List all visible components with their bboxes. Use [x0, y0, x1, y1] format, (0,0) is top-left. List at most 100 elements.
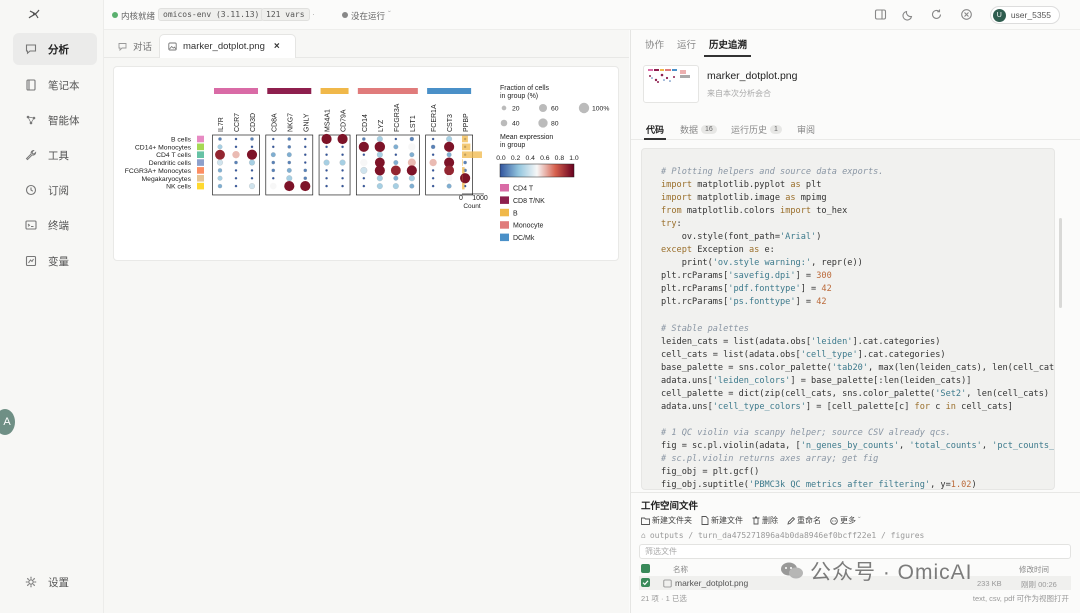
code-token: matplotlib.colors: [681, 206, 781, 217]
gene-tick-label: CD8A: [271, 113, 278, 132]
app-root: 分析 笔记本 智能体 工具 订阅 终端 变量 设置 A 内核就绪 omicos-env (3…: [0, 0, 1080, 613]
env-pill[interactable]: omicos-env (3.11.13): [158, 8, 265, 21]
chevron-down-icon[interactable]: ˇ: [388, 9, 391, 19]
close-circle-icon[interactable]: [960, 8, 973, 21]
dot-mark: [250, 145, 254, 149]
code-line: base_palette = sns.color_palette('tab20'…: [661, 362, 1054, 375]
code-token: c: [930, 401, 946, 412]
sidebar-item-variables[interactable]: 变量: [13, 245, 97, 277]
code-line: ​: [661, 414, 1054, 427]
code-token: 'total_counts': [909, 440, 982, 451]
size-legend-label: 40: [512, 121, 520, 128]
moon-icon[interactable]: [902, 8, 915, 21]
code-token: 1.02: [950, 480, 972, 490]
tab-chat[interactable]: 对话: [110, 34, 160, 58]
code-token: fig_obj.suptitle(: [661, 480, 749, 490]
code-line: leiden_cats = list(adata.obs['leiden'].c…: [661, 336, 1054, 349]
column-name[interactable]: 名称: [673, 564, 688, 575]
dot-mark: [374, 165, 385, 176]
color-legend-title: in group: [500, 142, 525, 149]
cell-type-tick-label: FCGR3A+ Monocytes: [125, 168, 192, 175]
code-token: :: [676, 219, 682, 230]
refresh-icon[interactable]: [930, 8, 943, 21]
tab-run-history[interactable]: 运行历史 1: [731, 123, 782, 136]
dot-mark: [218, 137, 222, 141]
dot-mark: [409, 152, 415, 158]
code-line: try:: [661, 218, 1054, 231]
file-title: marker_dotplot.png: [707, 70, 798, 82]
code-token: 'ov.style warning:': [712, 258, 812, 269]
size-legend-title: in group (%): [500, 93, 538, 100]
tab-code[interactable]: 代码: [646, 123, 664, 136]
vars-pill[interactable]: 121 vars: [261, 8, 310, 21]
dot-mark: [376, 151, 383, 158]
user-menu[interactable]: U user_5355: [989, 6, 1060, 24]
code-token: adata.uns[: [661, 401, 713, 412]
scrollbar-thumb[interactable]: [1059, 218, 1062, 308]
code-line: import matplotlib.pyplot as plt: [661, 179, 1054, 192]
more-icon: [830, 516, 838, 525]
close-icon[interactable]: ×: [274, 41, 280, 52]
sidebar-item-terminal[interactable]: 终端: [13, 209, 97, 241]
select-all-checkbox[interactable]: [641, 564, 650, 573]
sidebar-item-analysis[interactable]: 分析: [13, 33, 97, 65]
cell-type-color-swatch: [197, 151, 204, 158]
dot-mark: [304, 145, 307, 149]
dot-mark: [341, 145, 344, 149]
code-line: print('ov.style warning:', repr(e)): [661, 257, 1054, 270]
tab-data[interactable]: 数据 16: [680, 123, 717, 136]
code-token: in: [945, 401, 956, 412]
wechat-icon: [780, 561, 804, 581]
code-token: import: [780, 206, 812, 217]
code-token: base_palette = sns.color_palette(: [661, 362, 832, 373]
dot-mark: [408, 175, 415, 182]
trash-icon: [752, 516, 760, 525]
code-scrollbar[interactable]: [1059, 148, 1062, 490]
size-legend-dot: [500, 119, 508, 127]
dot-mark: [376, 183, 383, 190]
sidebar-item-notebook[interactable]: 笔记本: [13, 69, 97, 101]
dot-mark: [374, 141, 386, 153]
tab-history[interactable]: 历史追溯: [709, 37, 747, 51]
count-tick-label: 0: [459, 195, 463, 202]
pencil-icon: [787, 516, 795, 525]
code-token: ] =: [795, 271, 817, 282]
code-token: cell_palette = dict(zip(cell_cats, sns.c…: [661, 388, 936, 399]
more-button[interactable]: 更多 ˇ: [830, 515, 861, 526]
file-thumbnail[interactable]: [643, 65, 699, 103]
size-legend-label: 60: [551, 106, 559, 113]
size-legend-dot: [578, 102, 590, 114]
sidebar-item-tools[interactable]: 工具: [13, 139, 97, 171]
delete-button[interactable]: 删除: [752, 515, 778, 526]
column-modified[interactable]: 修改时间: [1019, 564, 1049, 575]
new-file-button[interactable]: 新建文件: [701, 515, 743, 526]
breadcrumb[interactable]: ⌂ outputs / turn_da475271896a4b0da8946ef0…: [641, 531, 924, 540]
code-line: cell_palette = dict(zip(cell_cats, sns.c…: [661, 388, 1054, 401]
tab-marker-dotplot[interactable]: marker_dotplot.png ×: [159, 34, 296, 58]
row-checkbox[interactable]: [641, 578, 650, 587]
sidebar-item-settings[interactable]: 设置: [13, 566, 97, 598]
new-folder-button[interactable]: 新建文件夹: [641, 515, 692, 526]
code-viewer[interactable]: # Plotting helpers and source data expor…: [641, 148, 1055, 490]
code-token: 'Arial': [780, 232, 817, 243]
code-token: 'tab20': [831, 362, 868, 373]
sidebar-item-agent[interactable]: 智能体: [13, 104, 97, 136]
panel-toggle-icon[interactable]: [874, 8, 887, 21]
document-tabs: 对话 marker_dotplot.png ×: [104, 30, 629, 58]
code-token: 42: [821, 284, 832, 295]
dot-mark: [234, 176, 238, 180]
sidebar-item-subscribe[interactable]: 订阅: [13, 174, 97, 206]
image-viewer: IL7R CCR7 CD3D CD8A NKG7 GNLY MS4A1 CD79A CD14 LY…: [104, 58, 629, 613]
rename-button[interactable]: 重命名: [787, 515, 821, 526]
tab-review[interactable]: 审阅: [797, 123, 815, 136]
home-icon[interactable]: ⌂: [641, 531, 646, 540]
tab-run[interactable]: 运行: [677, 37, 696, 51]
tab-collaborate[interactable]: 协作: [645, 37, 664, 51]
app-logo-icon[interactable]: [26, 6, 42, 22]
dot-mark: [341, 176, 344, 180]
code-token: 'leiden_colors': [712, 375, 791, 386]
code-token: # sc.pl.violin returns axes array; get f…: [661, 454, 879, 465]
count-axis-label: Count: [463, 203, 481, 210]
dot-mark: [304, 137, 307, 141]
code-token: as: [790, 180, 801, 191]
